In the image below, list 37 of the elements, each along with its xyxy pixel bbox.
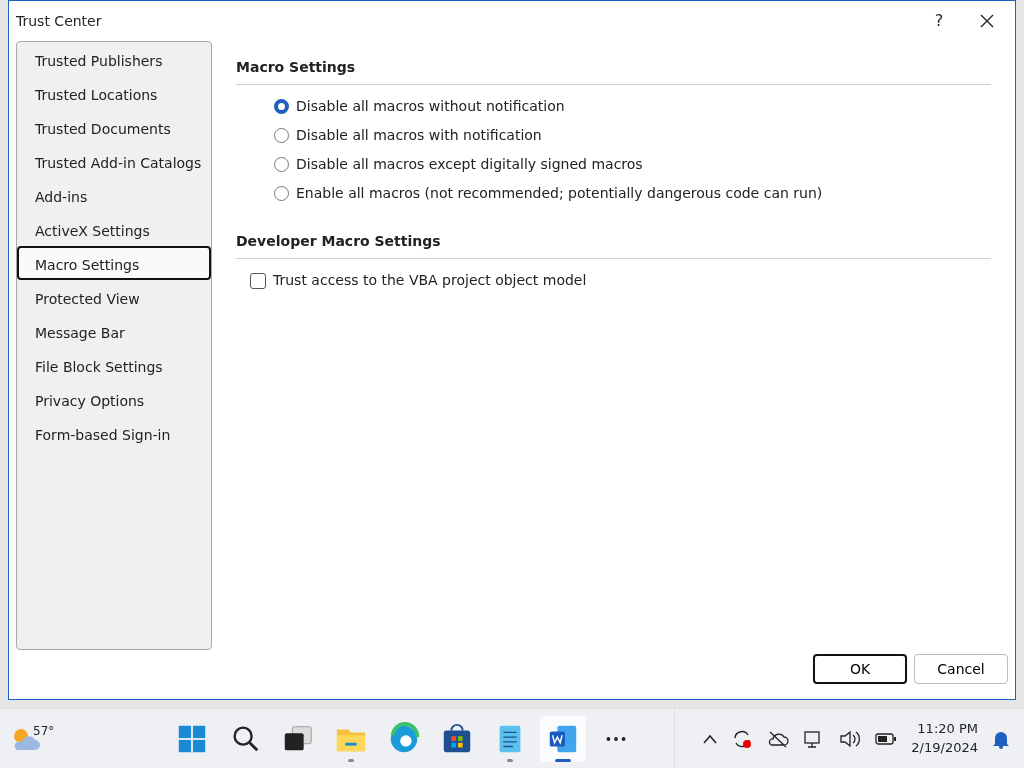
sidebar-item[interactable]: ActiveX Settings bbox=[17, 212, 211, 246]
sidebar-item[interactable]: Form-based Sign-in bbox=[17, 416, 211, 450]
volume-icon[interactable] bbox=[839, 728, 862, 749]
section-heading: Developer Macro Settings bbox=[236, 215, 991, 259]
radio-button[interactable] bbox=[274, 128, 289, 143]
option-label: Disable all macros without notification bbox=[296, 97, 565, 116]
sidebar-item[interactable]: Add-ins bbox=[17, 178, 211, 212]
dialog-button[interactable]: Cancel bbox=[914, 654, 1008, 684]
section-heading: Macro Settings bbox=[236, 41, 991, 85]
sidebar-item[interactable]: Macro Settings bbox=[17, 246, 211, 280]
radio-button[interactable] bbox=[274, 157, 289, 172]
sidebar-item[interactable]: Trusted Documents bbox=[17, 110, 211, 144]
sidebar-item[interactable]: Protected View bbox=[17, 280, 211, 314]
radio-button[interactable] bbox=[274, 99, 289, 114]
clock-time: 11:20 PM bbox=[916, 720, 978, 739]
dialog-button[interactable]: OK bbox=[813, 654, 907, 684]
option-label: Trust access to the VBA project object model bbox=[273, 271, 587, 290]
sidebar-item[interactable]: Message Bar bbox=[17, 314, 211, 348]
option-label: Disable all macros with notification bbox=[296, 126, 542, 145]
radio-button[interactable] bbox=[274, 186, 289, 201]
temperature-text: 57° bbox=[33, 722, 55, 740]
chevron-up-icon[interactable] bbox=[703, 733, 718, 744]
sidebar-item[interactable]: Privacy Options bbox=[17, 382, 211, 416]
help-button[interactable]: ? bbox=[919, 9, 959, 33]
battery-icon[interactable] bbox=[875, 730, 898, 747]
checkbox[interactable] bbox=[250, 272, 266, 289]
active-app-tile[interactable] bbox=[540, 715, 586, 762]
sidebar-item[interactable]: Trusted Locations bbox=[17, 76, 211, 110]
close-icon[interactable] bbox=[980, 14, 994, 28]
option-label: Disable all macros except digitally signed macros bbox=[296, 155, 643, 174]
clock-date: 2/19/2024 bbox=[911, 738, 978, 757]
option-label: Enable all macros (not recommended; potentially dangerous code can run) bbox=[296, 184, 823, 203]
sidebar-item[interactable]: Trusted Publishers bbox=[17, 42, 211, 76]
sidebar-item[interactable]: File Block Settings bbox=[17, 348, 211, 382]
cloud-icon[interactable] bbox=[767, 729, 790, 748]
sidebar-item[interactable]: Trusted Add-in Catalogs bbox=[17, 144, 211, 178]
window-title: Trust Center bbox=[16, 11, 103, 31]
